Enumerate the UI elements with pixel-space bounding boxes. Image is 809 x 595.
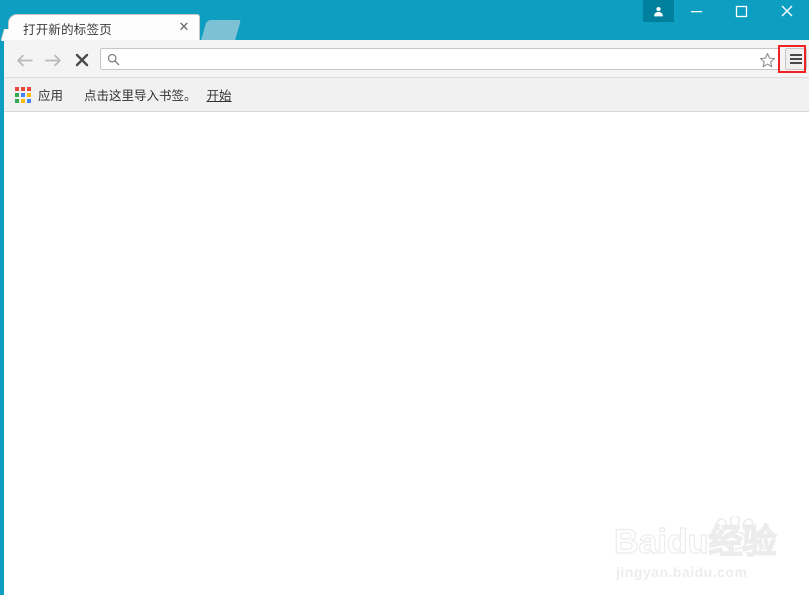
- title-bar: 打开新的标签页 ✕: [0, 0, 809, 40]
- page-content-area: [4, 112, 809, 595]
- hamburger-menu-icon: [790, 54, 802, 56]
- stop-button[interactable]: [71, 49, 93, 71]
- bookmark-item-apps-label: 应用: [38, 89, 64, 103]
- browser-tab[interactable]: 打开新的标签页 ✕: [8, 14, 200, 40]
- bookmark-item-apps[interactable]: 应用: [11, 83, 67, 106]
- maximize-button[interactable]: [719, 0, 764, 22]
- import-bookmarks-start-link[interactable]: 开始: [207, 85, 232, 104]
- close-x-icon: [75, 53, 89, 67]
- tab-title: 打开新的标签页: [23, 23, 112, 37]
- navigation-toolbar: [4, 40, 809, 78]
- minimize-button[interactable]: [674, 0, 719, 22]
- browser-window: 打开新的标签页 ✕ 应用 点击这里导入书签。 开始 jingyan.baidu.…: [0, 0, 809, 595]
- hamburger-menu-icon-line3: [790, 62, 802, 64]
- person-icon: [654, 6, 663, 16]
- bookmark-star-button[interactable]: [756, 49, 778, 71]
- star-icon: [759, 52, 775, 67]
- chrome-menu-button[interactable]: [785, 48, 807, 70]
- apps-grid-icon: [15, 86, 31, 103]
- avatar-button[interactable]: [643, 0, 674, 22]
- bookmarks-bar: 应用 点击这里导入书签。 开始: [4, 78, 809, 112]
- address-bar[interactable]: [100, 48, 780, 70]
- arrow-right-icon: [44, 54, 61, 66]
- close-icon: [781, 5, 792, 17]
- forward-button[interactable]: [42, 49, 64, 71]
- arrow-left-icon: [16, 54, 33, 66]
- import-bookmarks-text: 点击这里导入书签。: [84, 89, 197, 103]
- minimize-icon: [691, 10, 702, 12]
- search-icon: [107, 53, 120, 66]
- maximize-icon: [735, 5, 748, 17]
- new-tab-button[interactable]: [201, 20, 241, 40]
- back-button[interactable]: [13, 49, 35, 71]
- hamburger-menu-icon-line2: [790, 58, 802, 60]
- window-controls: [643, 0, 809, 29]
- address-input[interactable]: [124, 50, 779, 68]
- tab-close-icon[interactable]: ✕: [176, 19, 192, 35]
- close-button[interactable]: [764, 0, 809, 22]
